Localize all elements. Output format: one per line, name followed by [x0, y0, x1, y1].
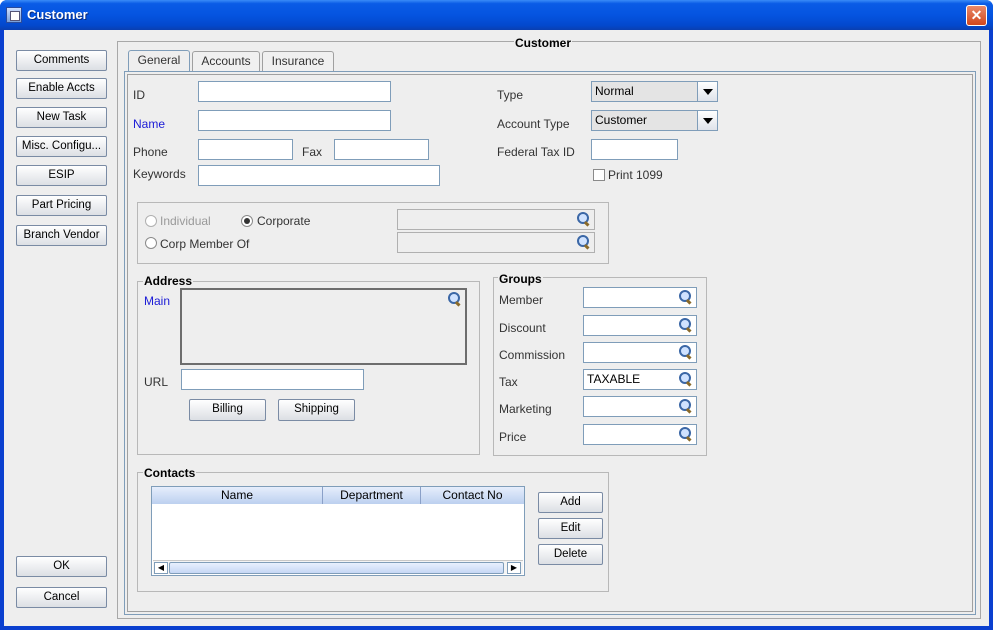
name-field[interactable]	[198, 110, 391, 131]
url-label: URL	[144, 375, 169, 389]
corporate-radio[interactable]	[241, 215, 253, 227]
scroll-left-icon[interactable]: ◀	[154, 562, 168, 574]
tax-value: TAXABLE	[587, 372, 641, 386]
horizontal-scrollbar[interactable]: ◀ ▶	[153, 560, 523, 574]
delete-contact-button[interactable]: Delete	[538, 544, 603, 565]
enable-accts-button[interactable]: Enable Accts	[16, 78, 107, 99]
search-icon[interactable]	[679, 399, 693, 413]
main-address-field[interactable]	[180, 288, 467, 365]
print-1099-checkbox[interactable]	[593, 169, 605, 181]
type-select-value: Normal	[595, 84, 634, 98]
corp-member-of-label: Corp Member Of	[160, 237, 250, 251]
title-bar[interactable]: Customer ✕	[0, 0, 993, 30]
individual-label: Individual	[160, 214, 211, 228]
search-icon[interactable]	[679, 345, 693, 359]
groups-group-title: Groups	[498, 272, 543, 286]
search-icon[interactable]	[577, 212, 591, 226]
account-type-select[interactable]: Customer	[591, 110, 718, 131]
marketing-label: Marketing	[499, 402, 552, 416]
close-icon: ✕	[970, 7, 983, 23]
shipping-button[interactable]: Shipping	[278, 399, 355, 421]
edit-contact-button[interactable]: Edit	[538, 518, 603, 539]
phone-field[interactable]	[198, 139, 293, 160]
cancel-button[interactable]: Cancel	[16, 587, 107, 608]
chevron-down-icon[interactable]	[697, 111, 717, 130]
esip-button[interactable]: ESIP	[16, 165, 107, 186]
tax-label: Tax	[499, 375, 518, 389]
close-button[interactable]: ✕	[966, 5, 987, 26]
discount-field[interactable]	[583, 315, 697, 336]
tab-general[interactable]: General	[128, 50, 190, 72]
type-label: Type	[497, 88, 524, 102]
tab-accounts[interactable]: Accounts	[192, 51, 260, 71]
search-icon[interactable]	[577, 235, 591, 249]
window-title: Customer	[27, 7, 88, 22]
id-field[interactable]	[198, 81, 391, 102]
contacts-group-title: Contacts	[143, 466, 197, 480]
chevron-down-icon[interactable]	[697, 82, 717, 101]
scrollbar-thumb[interactable]	[169, 562, 504, 574]
column-header-department[interactable]: Department	[323, 487, 421, 504]
search-icon[interactable]	[679, 318, 693, 332]
discount-label: Discount	[499, 321, 546, 335]
account-type-select-value: Customer	[595, 113, 648, 127]
scroll-right-icon[interactable]: ▶	[507, 562, 521, 574]
member-field[interactable]	[583, 287, 697, 308]
customer-window: Customer ✕ Comments Enable Accts New Tas…	[0, 0, 993, 630]
part-pricing-button[interactable]: Part Pricing	[16, 195, 107, 216]
tab-insurance[interactable]: Insurance	[262, 51, 334, 71]
corp-member-lookup-field[interactable]	[397, 232, 595, 253]
corporate-lookup-field[interactable]	[397, 209, 595, 230]
commission-label: Commission	[499, 348, 566, 362]
print-1099-label: Print 1099	[608, 168, 663, 182]
marketing-field[interactable]	[583, 396, 697, 417]
id-label: ID	[133, 88, 145, 102]
address-group-title: Address	[143, 274, 194, 288]
url-field[interactable]	[181, 369, 364, 390]
comments-button[interactable]: Comments	[16, 50, 107, 71]
branch-vendor-button[interactable]: Branch Vendor	[16, 225, 107, 246]
name-label: Name	[133, 117, 166, 131]
account-type-label: Account Type	[497, 117, 570, 131]
corporate-label: Corporate	[257, 214, 311, 228]
type-select[interactable]: Normal	[591, 81, 718, 102]
search-icon[interactable]	[448, 292, 462, 306]
federal-tax-id-field[interactable]	[591, 139, 678, 160]
misc-configuration-button[interactable]: Misc. Configu...	[16, 136, 107, 157]
ok-button[interactable]: OK	[16, 556, 107, 577]
new-task-button[interactable]: New Task	[16, 107, 107, 128]
main-address-label: Main	[144, 294, 171, 308]
customer-panel-title: Customer	[514, 36, 573, 50]
individual-radio[interactable]	[145, 215, 157, 227]
column-header-contact-no[interactable]: Contact No	[421, 487, 524, 504]
window-icon	[6, 7, 22, 23]
commission-field[interactable]	[583, 342, 697, 363]
corp-member-of-radio[interactable]	[145, 237, 157, 249]
contacts-table[interactable]: Name Department Contact No ◀ ▶	[151, 486, 525, 576]
billing-button[interactable]: Billing	[189, 399, 266, 421]
price-label: Price	[499, 430, 527, 444]
window-client-area: Comments Enable Accts New Task Misc. Con…	[4, 30, 989, 626]
price-field[interactable]	[583, 424, 697, 445]
add-contact-button[interactable]: Add	[538, 492, 603, 513]
keywords-label: Keywords	[133, 167, 186, 181]
phone-label: Phone	[133, 145, 168, 159]
tax-field[interactable]: TAXABLE	[583, 369, 697, 390]
federal-tax-id-label: Federal Tax ID	[497, 145, 575, 159]
member-label: Member	[499, 293, 544, 307]
fax-field[interactable]	[334, 139, 429, 160]
keywords-field[interactable]	[198, 165, 440, 186]
search-icon[interactable]	[679, 372, 693, 386]
search-icon[interactable]	[679, 290, 693, 304]
search-icon[interactable]	[679, 427, 693, 441]
fax-label: Fax	[302, 145, 323, 159]
column-header-name[interactable]: Name	[152, 487, 323, 504]
